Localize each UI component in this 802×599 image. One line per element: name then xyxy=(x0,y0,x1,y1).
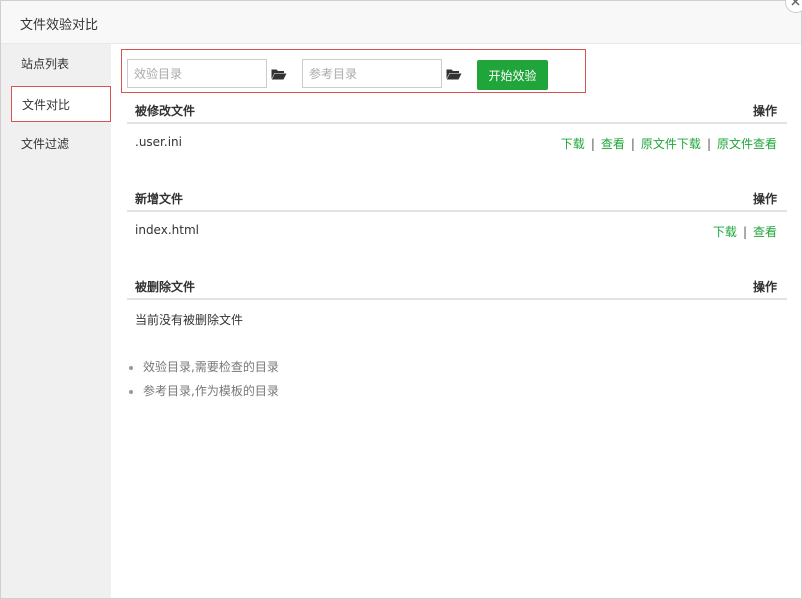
view-link[interactable]: 查看 xyxy=(753,225,777,239)
empty-message: 当前没有被删除文件 xyxy=(135,313,244,327)
section-title: 被删除文件 xyxy=(135,280,196,294)
sidebar-item-label: 站点列表 xyxy=(21,57,70,71)
dialog-title: 文件效验对比 xyxy=(20,18,99,33)
ops-header: 操作 xyxy=(752,280,777,294)
tip-item: 效验目录,需要检查的目录 xyxy=(143,355,279,379)
download-link[interactable]: 下载 xyxy=(713,225,737,239)
help-tips: 效验目录,需要检查的目录 参考目录,作为模板的目录 xyxy=(127,355,279,403)
sidebar: 站点列表 文件对比 文件过滤 xyxy=(1,44,111,598)
empty-row: 当前没有被删除文件 xyxy=(127,300,787,336)
sidebar-item-file-filter[interactable]: 文件过滤 xyxy=(1,126,111,162)
added-files-section: 新增文件 操作 index.html 下载 | 查看 xyxy=(127,182,787,248)
sidebar-item-label: 文件对比 xyxy=(22,98,71,112)
section-title: 新增文件 xyxy=(135,192,184,206)
ref-dir-input[interactable] xyxy=(302,59,442,88)
folder-open-icon[interactable] xyxy=(446,68,462,80)
file-name: index.html xyxy=(135,223,199,237)
section-title: 被修改文件 xyxy=(135,104,196,118)
folder-open-icon[interactable] xyxy=(271,68,287,80)
ops-header: 操作 xyxy=(752,104,777,118)
section-header: 被修改文件 操作 xyxy=(127,94,787,124)
main-panel: 开始效验 被修改文件 操作 .user.ini 下载|查看|原文件下载|原文件查… xyxy=(112,44,801,598)
view-link[interactable]: 查看 xyxy=(601,137,625,151)
sidebar-item-label: 文件过滤 xyxy=(21,137,70,151)
modified-files-section: 被修改文件 操作 .user.ini 下载 | 查看 | 原文件下载 | 原文件查看 xyxy=(127,94,787,160)
section-header: 新增文件 操作 xyxy=(127,182,787,212)
sidebar-item-file-compare[interactable]: 文件对比 xyxy=(11,86,111,122)
row-actions: 下载 | 查看 xyxy=(712,225,777,239)
original-view-link[interactable]: 原文件查看 xyxy=(717,137,777,151)
check-dir-input[interactable] xyxy=(127,59,267,88)
start-check-button[interactable]: 开始效验 xyxy=(477,60,548,90)
sidebar-item-site-list[interactable]: 站点列表 xyxy=(1,46,111,82)
compare-toolbar: 开始效验 xyxy=(121,49,586,93)
file-compare-dialog: 文件效验对比 站点列表 文件对比 文件过滤 开始效验 xyxy=(0,0,802,599)
file-name: .user.ini xyxy=(135,135,182,149)
section-header: 被删除文件 操作 xyxy=(127,270,787,300)
table-row: index.html 下载 | 查看 xyxy=(127,212,787,248)
title-bar: 文件效验对比 xyxy=(1,1,801,44)
download-link[interactable]: 下载 xyxy=(561,137,585,151)
row-actions: 下载 | 查看 | 原文件下载 | 原文件查看 xyxy=(560,137,777,151)
close-icon xyxy=(791,0,800,6)
deleted-files-section: 被删除文件 操作 当前没有被删除文件 xyxy=(127,270,787,336)
ops-header: 操作 xyxy=(752,192,777,206)
original-download-link[interactable]: 原文件下载 xyxy=(641,137,701,151)
tip-item: 参考目录,作为模板的目录 xyxy=(143,379,279,403)
table-row: .user.ini 下载 | 查看 | 原文件下载 | 原文件查看 xyxy=(127,124,787,160)
